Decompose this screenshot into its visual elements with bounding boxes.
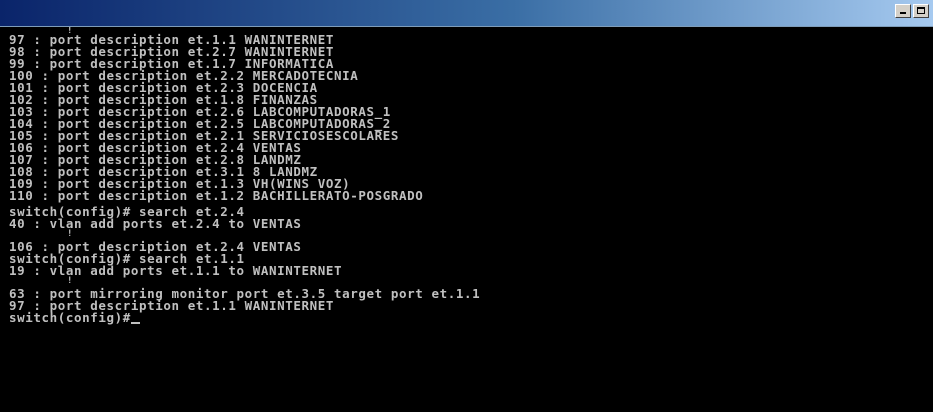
terminal-window: ! 97 : port description et.1.1 WANINTERNE… xyxy=(0,0,933,412)
line-marker: ! xyxy=(67,229,74,239)
console-line: 110 : port description et.1.2 BACHILLERA… xyxy=(9,188,424,203)
line-marker: ! xyxy=(67,276,74,286)
console-line: 19 : vlan add ports et.1.1 to WANINTERNE… xyxy=(9,263,343,278)
console-output[interactable]: ! 97 : port description et.1.1 WANINTERNE… xyxy=(0,27,933,412)
minimize-button[interactable] xyxy=(895,4,911,18)
console-line: 40 : vlan add ports et.2.4 to VENTAS xyxy=(9,216,302,231)
console-line: 97 : port description et.1.1 WANINTERNET xyxy=(9,298,335,313)
window-controls xyxy=(895,4,929,18)
command-prompt[interactable]: switch(config)# xyxy=(9,310,933,325)
title-bar[interactable] xyxy=(0,0,933,27)
maximize-button[interactable] xyxy=(913,4,929,18)
text-cursor xyxy=(130,322,140,324)
prompt-text: switch(config)# xyxy=(9,310,131,325)
